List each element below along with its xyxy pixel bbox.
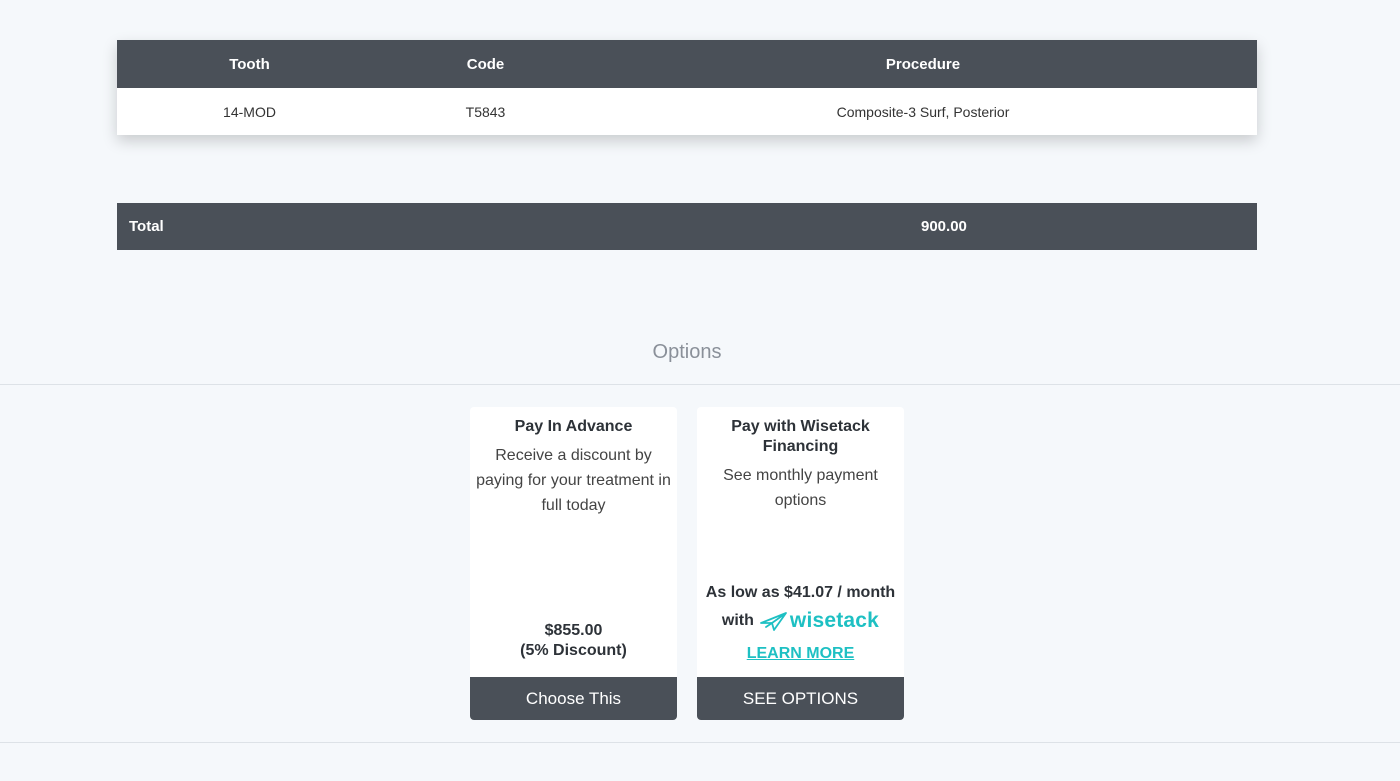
wisetack-low-as: As low as $41.07 / month xyxy=(705,584,896,601)
learn-more-link[interactable]: LEARN MORE xyxy=(697,645,904,663)
choose-this-button[interactable]: Choose This xyxy=(470,677,677,720)
procedure-table-header: Tooth Code Procedure xyxy=(117,40,1257,88)
cell-procedure: Composite-3 Surf, Posterior xyxy=(836,103,1010,120)
total-value: 900.00 xyxy=(921,218,967,235)
wisetack-logo: wisetack xyxy=(760,609,879,633)
header-procedure: Procedure xyxy=(885,55,961,73)
procedure-table: Tooth Code Procedure 14-MOD T5843 Compos… xyxy=(117,40,1257,135)
total-label: Total xyxy=(129,218,164,235)
options-divider-top xyxy=(0,384,1400,385)
table-row: 14-MOD T5843 Composite-3 Surf, Posterior xyxy=(117,88,1257,135)
see-options-button[interactable]: SEE OPTIONS xyxy=(697,677,904,720)
wisetack-card: Pay with Wisetack Financing See monthly … xyxy=(697,407,904,720)
cell-tooth: 14-MOD xyxy=(223,103,276,120)
total-bar: Total 900.00 xyxy=(117,203,1257,250)
options-title: Options xyxy=(652,341,722,363)
paper-plane-icon xyxy=(760,612,787,631)
pay-in-advance-title: Pay In Advance xyxy=(514,418,633,435)
wisetack-with: with xyxy=(721,612,754,629)
wisetack-title: Pay with Wisetack Financing xyxy=(731,418,870,455)
pay-in-advance-price-block: $855.00 (5% Discount) xyxy=(470,621,677,661)
options-divider-bottom xyxy=(0,742,1400,743)
wisetack-with-line: with wisetack xyxy=(697,609,904,633)
wisetack-brand: wisetack xyxy=(789,609,880,632)
header-tooth: Tooth xyxy=(229,55,270,73)
header-code: Code xyxy=(466,55,505,73)
pay-in-advance-description: Receive a discount by paying for your tr… xyxy=(476,447,671,514)
wisetack-description: See monthly payment options xyxy=(723,467,878,509)
pay-in-advance-price: $855.00 xyxy=(544,622,603,639)
cell-code: T5843 xyxy=(465,103,506,120)
pay-in-advance-card: Pay In Advance Receive a discount by pay… xyxy=(470,407,677,720)
pay-in-advance-discount: (5% Discount) xyxy=(520,642,627,659)
